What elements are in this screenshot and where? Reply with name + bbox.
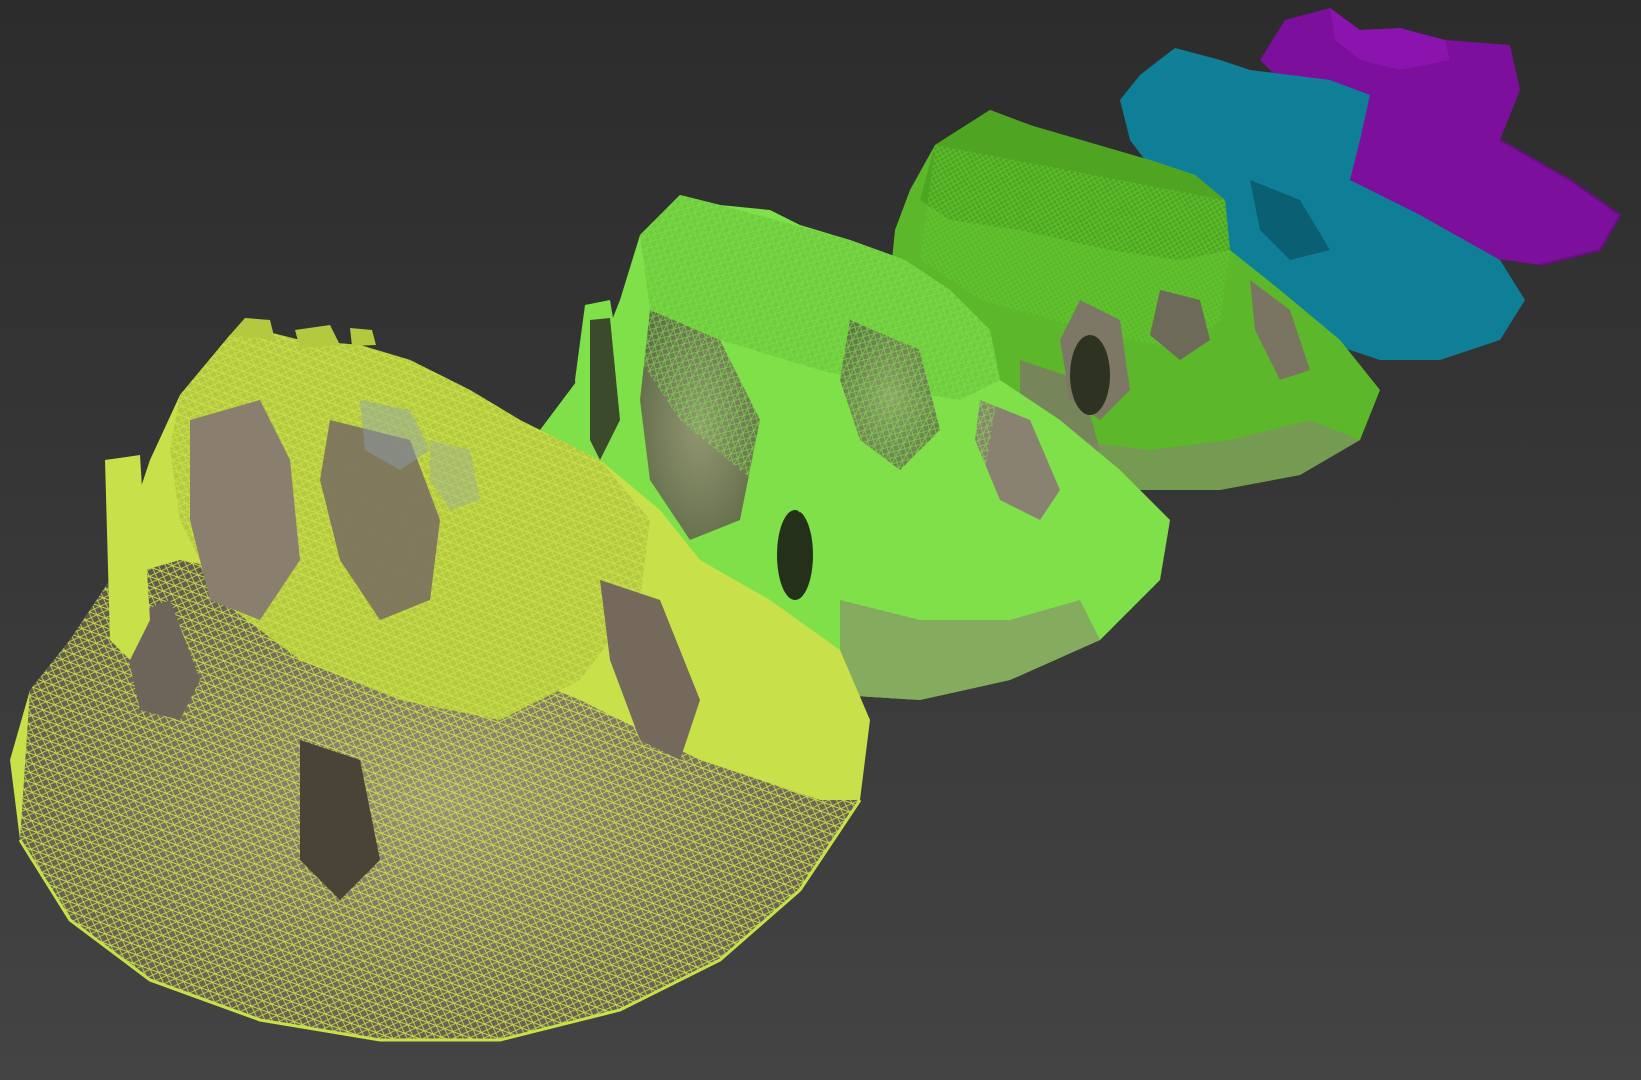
viewport-scene[interactable] bbox=[0, 0, 1641, 1080]
3d-viewport[interactable] bbox=[0, 0, 1641, 1080]
